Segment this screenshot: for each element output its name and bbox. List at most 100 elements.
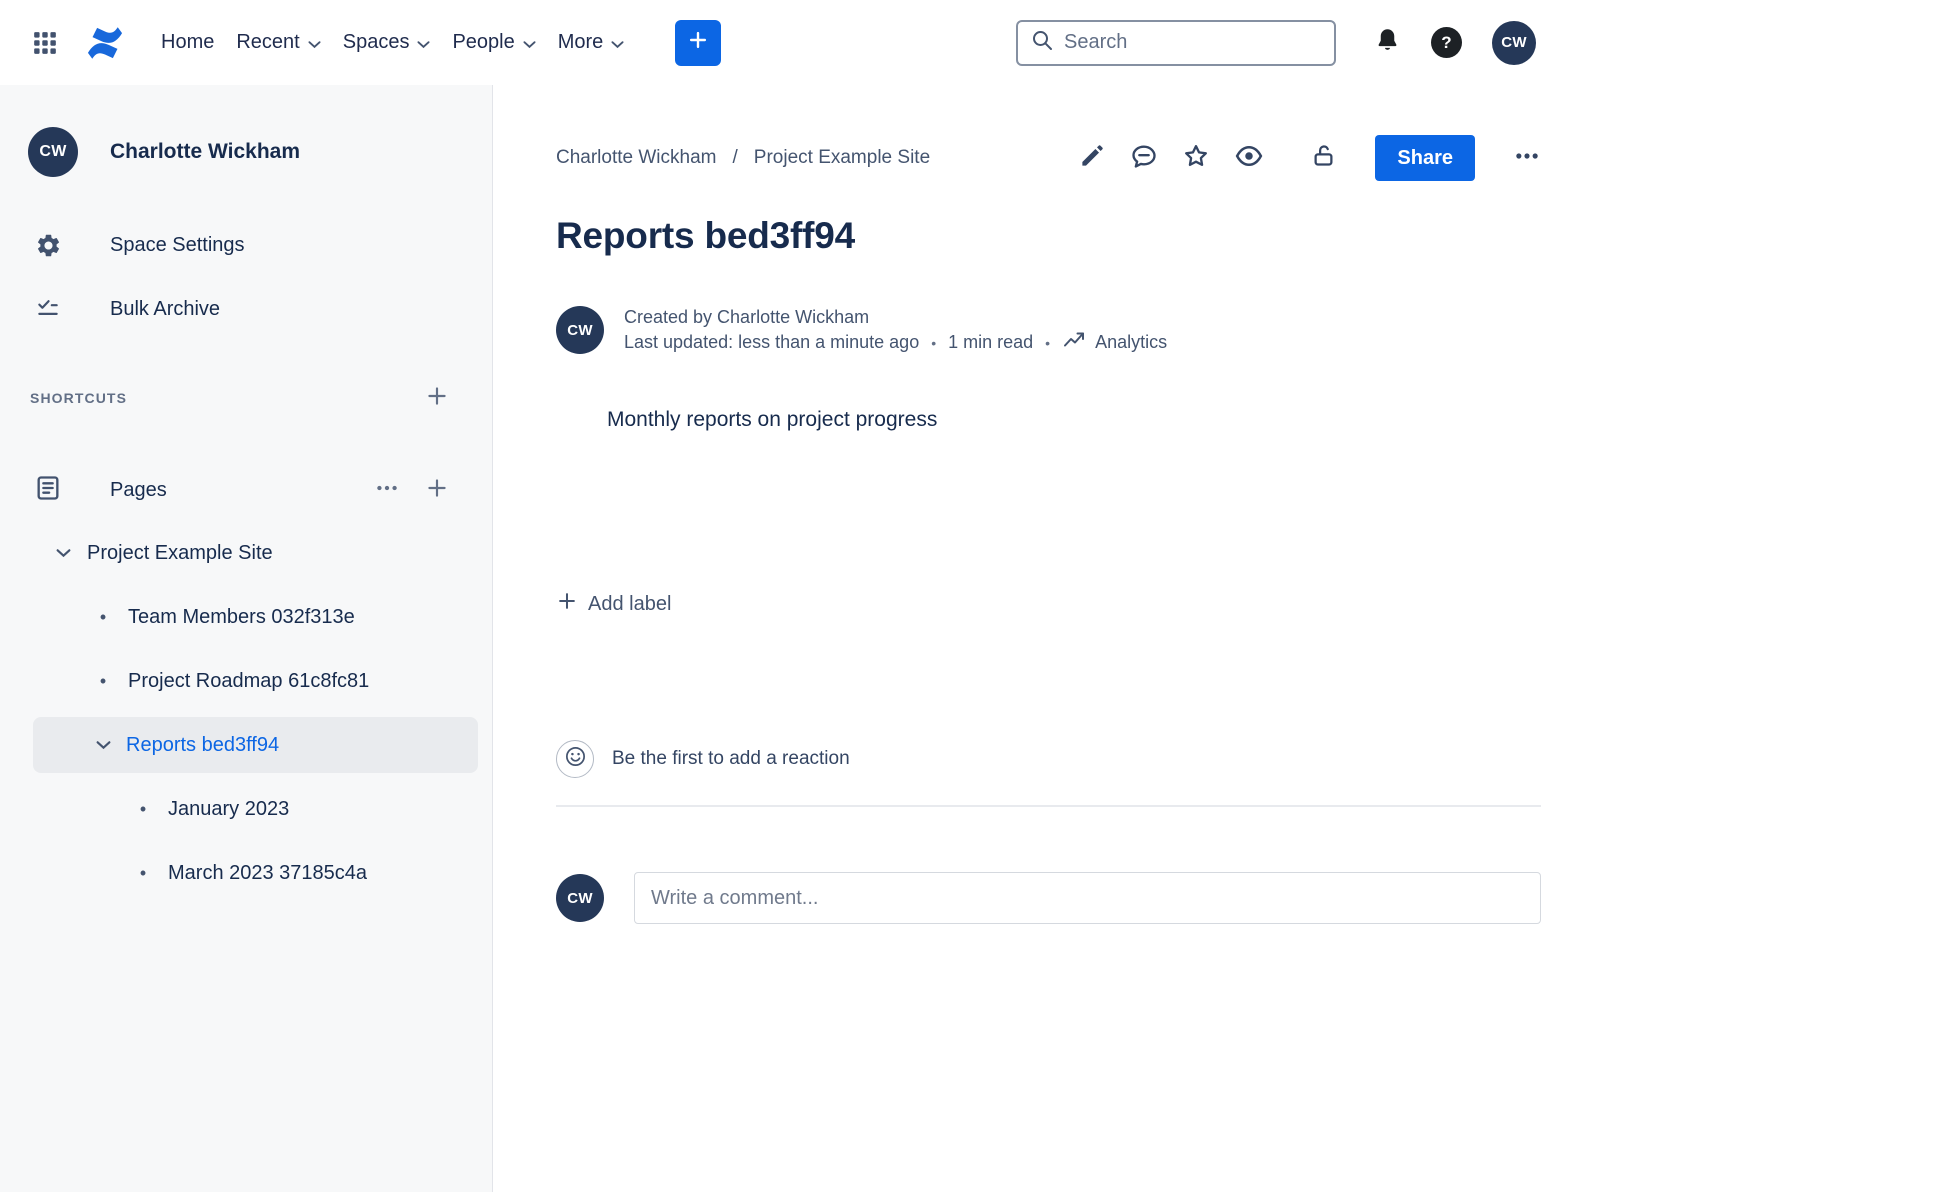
- analytics-link[interactable]: Analytics: [1062, 328, 1167, 357]
- page-actions: Share: [1079, 135, 1541, 181]
- confluence-app: Home Recent Spaces People More Search ? …: [0, 0, 1954, 1192]
- chevron-down-icon: [523, 40, 536, 49]
- tree-item-january-2023[interactable]: • January 2023: [0, 777, 492, 841]
- share-button[interactable]: Share: [1375, 135, 1475, 181]
- tree-item-label: Project Example Site: [87, 541, 273, 564]
- pages-section-header[interactable]: Pages: [0, 459, 492, 521]
- add-shortcut-button[interactable]: [424, 383, 450, 414]
- read-time-text: 1 min read: [948, 332, 1034, 352]
- chevron-down-icon: [308, 40, 321, 49]
- bullet-glyph: •: [139, 798, 147, 819]
- pages-more-button[interactable]: [374, 475, 400, 506]
- content-divider: [556, 805, 1541, 807]
- shortcuts-heading: SHORTCUTS: [30, 390, 128, 406]
- add-reaction-button[interactable]: [556, 740, 594, 778]
- bullet-glyph: •: [99, 670, 107, 691]
- more-actions-button[interactable]: [1513, 142, 1541, 175]
- chevron-down-icon: [417, 40, 430, 49]
- chevron-down-icon[interactable]: [96, 740, 111, 750]
- add-page-button[interactable]: [424, 475, 450, 506]
- tree-item-label: Project Roadmap 61c8fc81: [128, 669, 370, 692]
- ellipsis-icon: [374, 485, 400, 505]
- tree-item-march-2023[interactable]: • March 2023 37185c4a: [0, 841, 492, 905]
- sidebar-item-label: Space Settings: [110, 233, 245, 256]
- page-content-area: Charlotte Wickham / Project Example Site: [494, 85, 1954, 1192]
- nav-item-people[interactable]: People: [441, 21, 546, 64]
- sidebar-item-bulk-archive[interactable]: Bulk Archive: [0, 277, 492, 341]
- bullet-glyph: •: [139, 862, 147, 883]
- question-mark-icon: ?: [1441, 32, 1452, 52]
- topbar-right-actions: ? CW: [1374, 20, 1536, 65]
- eye-icon: [1234, 141, 1264, 176]
- plus-icon: [424, 478, 450, 505]
- nav-item-recent[interactable]: Recent: [225, 21, 331, 64]
- page-tree: Project Example Site • Team Members 032f…: [0, 521, 492, 905]
- app-switcher-icon[interactable]: [32, 30, 58, 56]
- tree-item-project-example-site[interactable]: Project Example Site: [0, 521, 492, 585]
- comment-bubble-icon: [1130, 142, 1158, 175]
- last-updated-text: Last updated: less than a minute ago: [624, 332, 920, 352]
- tree-item-team-members[interactable]: • Team Members 032f313e: [0, 585, 492, 649]
- search-box[interactable]: [1016, 19, 1336, 66]
- dot-separator: •: [931, 334, 937, 351]
- commenter-avatar: CW: [556, 874, 604, 922]
- chevron-down-icon: [611, 40, 624, 49]
- breadcrumb-space-owner[interactable]: Charlotte Wickham: [556, 147, 717, 169]
- pages-heading: Pages: [110, 478, 167, 501]
- tree-item-reports-selected[interactable]: Reports bed3ff94: [33, 717, 478, 773]
- edit-button[interactable]: [1079, 142, 1106, 174]
- sidebar-item-label: Bulk Archive: [110, 297, 221, 320]
- restrictions-button[interactable]: [1310, 142, 1337, 174]
- author-avatar: CW: [556, 306, 604, 354]
- watch-button[interactable]: [1234, 141, 1264, 176]
- reaction-prompt: Be the first to add a reaction: [612, 748, 850, 769]
- bullet-glyph: •: [99, 606, 107, 627]
- create-button[interactable]: [675, 19, 722, 66]
- pencil-icon: [1079, 142, 1106, 174]
- pages-actions: [374, 475, 450, 506]
- star-icon: [1182, 142, 1210, 175]
- add-label-text: Add label: [588, 592, 672, 615]
- nav-people-label: People: [452, 31, 515, 53]
- notifications-button[interactable]: [1374, 27, 1401, 59]
- help-button[interactable]: ?: [1431, 27, 1462, 58]
- breadcrumb-separator: /: [732, 147, 738, 168]
- breadcrumb-space[interactable]: Project Example Site: [754, 147, 930, 169]
- search-icon: [1030, 28, 1054, 57]
- tree-item-label: Reports bed3ff94: [126, 733, 280, 756]
- created-by-text: Created by Charlotte Wickham: [624, 307, 870, 327]
- tree-item-project-roadmap[interactable]: • Project Roadmap 61c8fc81: [0, 649, 492, 713]
- analytics-chart-icon: [1062, 328, 1086, 357]
- bell-icon: [1374, 28, 1401, 58]
- profile-avatar[interactable]: CW: [1492, 20, 1536, 65]
- top-navigation-bar: Home Recent Spaces People More Search ? …: [0, 0, 1556, 85]
- search-input[interactable]: [1064, 31, 1322, 54]
- analytics-label: Analytics: [1095, 332, 1168, 352]
- primary-nav: Home Recent Spaces People More: [150, 21, 635, 64]
- page-body-text: Monthly reports on project progress: [607, 408, 938, 431]
- add-label-button[interactable]: Add label: [556, 590, 671, 618]
- nav-item-spaces[interactable]: Spaces: [332, 21, 442, 64]
- space-header[interactable]: CW Charlotte Wickham: [0, 127, 492, 177]
- comment-input[interactable]: [634, 872, 1541, 924]
- sidebar-item-space-settings[interactable]: Space Settings: [0, 213, 492, 277]
- plus-icon: [424, 386, 450, 413]
- page-byline: CW Created by Charlotte Wickham Last upd…: [556, 306, 1541, 358]
- space-avatar: CW: [28, 127, 78, 177]
- star-button[interactable]: [1182, 142, 1210, 175]
- gear-icon: [34, 232, 62, 259]
- nav-item-home[interactable]: Home: [150, 21, 225, 64]
- nav-recent-label: Recent: [236, 31, 300, 53]
- chevron-down-icon[interactable]: [56, 548, 71, 558]
- reactions-section: Be the first to add a reaction: [556, 740, 1541, 778]
- page-title: Reports bed3ff94: [556, 215, 856, 256]
- space-sidebar: CW Charlotte Wickham Space Settings Bulk…: [0, 85, 493, 1192]
- inline-comment-button[interactable]: [1130, 142, 1158, 175]
- nav-item-more[interactable]: More: [547, 21, 636, 64]
- pages-icon: [34, 474, 62, 507]
- comment-section: CW: [556, 872, 1541, 924]
- space-name: Charlotte Wickham: [110, 140, 301, 163]
- unlock-icon: [1310, 142, 1337, 174]
- nav-home-label: Home: [161, 31, 215, 53]
- confluence-logo[interactable]: [84, 22, 126, 64]
